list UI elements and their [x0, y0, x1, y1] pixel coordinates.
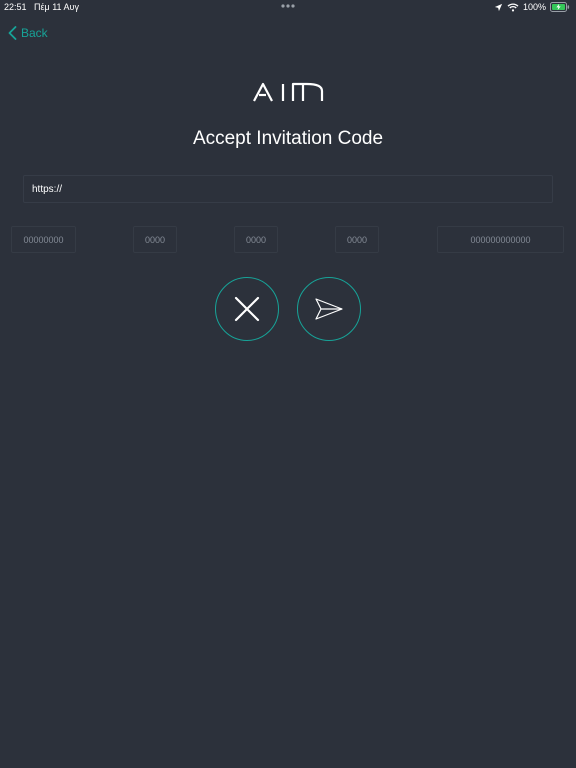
wifi-icon — [507, 2, 519, 11]
multitasking-dots-icon[interactable] — [280, 2, 296, 10]
send-button[interactable] — [297, 277, 361, 341]
page-title: Accept Invitation Code — [192, 128, 384, 149]
cancel-button[interactable] — [215, 277, 279, 341]
code-field-5[interactable] — [437, 226, 564, 253]
close-icon — [234, 296, 260, 322]
location-arrow-icon — [494, 3, 503, 11]
back-button[interactable]: Back — [8, 24, 48, 42]
chevron-left-icon — [8, 26, 17, 40]
status-bar: 22:51 Πέμ 11 Αυγ 100% — [0, 0, 576, 16]
status-indicators: 100% — [494, 1, 570, 13]
invitation-screen: 22:51 Πέμ 11 Αυγ 100% Back Accept Invita… — [0, 0, 576, 768]
code-field-1[interactable] — [11, 226, 76, 253]
battery-charging-icon — [550, 2, 570, 12]
status-date: Πέμ 11 Αυγ — [34, 2, 79, 12]
back-label: Back — [21, 26, 48, 40]
battery-percentage: 100% — [522, 2, 546, 12]
code-field-4[interactable] — [335, 226, 379, 253]
aim-logo — [253, 82, 324, 102]
code-field-2[interactable] — [133, 226, 177, 253]
status-time: 22:51 — [4, 2, 27, 12]
paper-plane-icon — [315, 298, 343, 320]
invitation-url-input[interactable] — [23, 175, 553, 203]
code-field-3[interactable] — [234, 226, 278, 253]
